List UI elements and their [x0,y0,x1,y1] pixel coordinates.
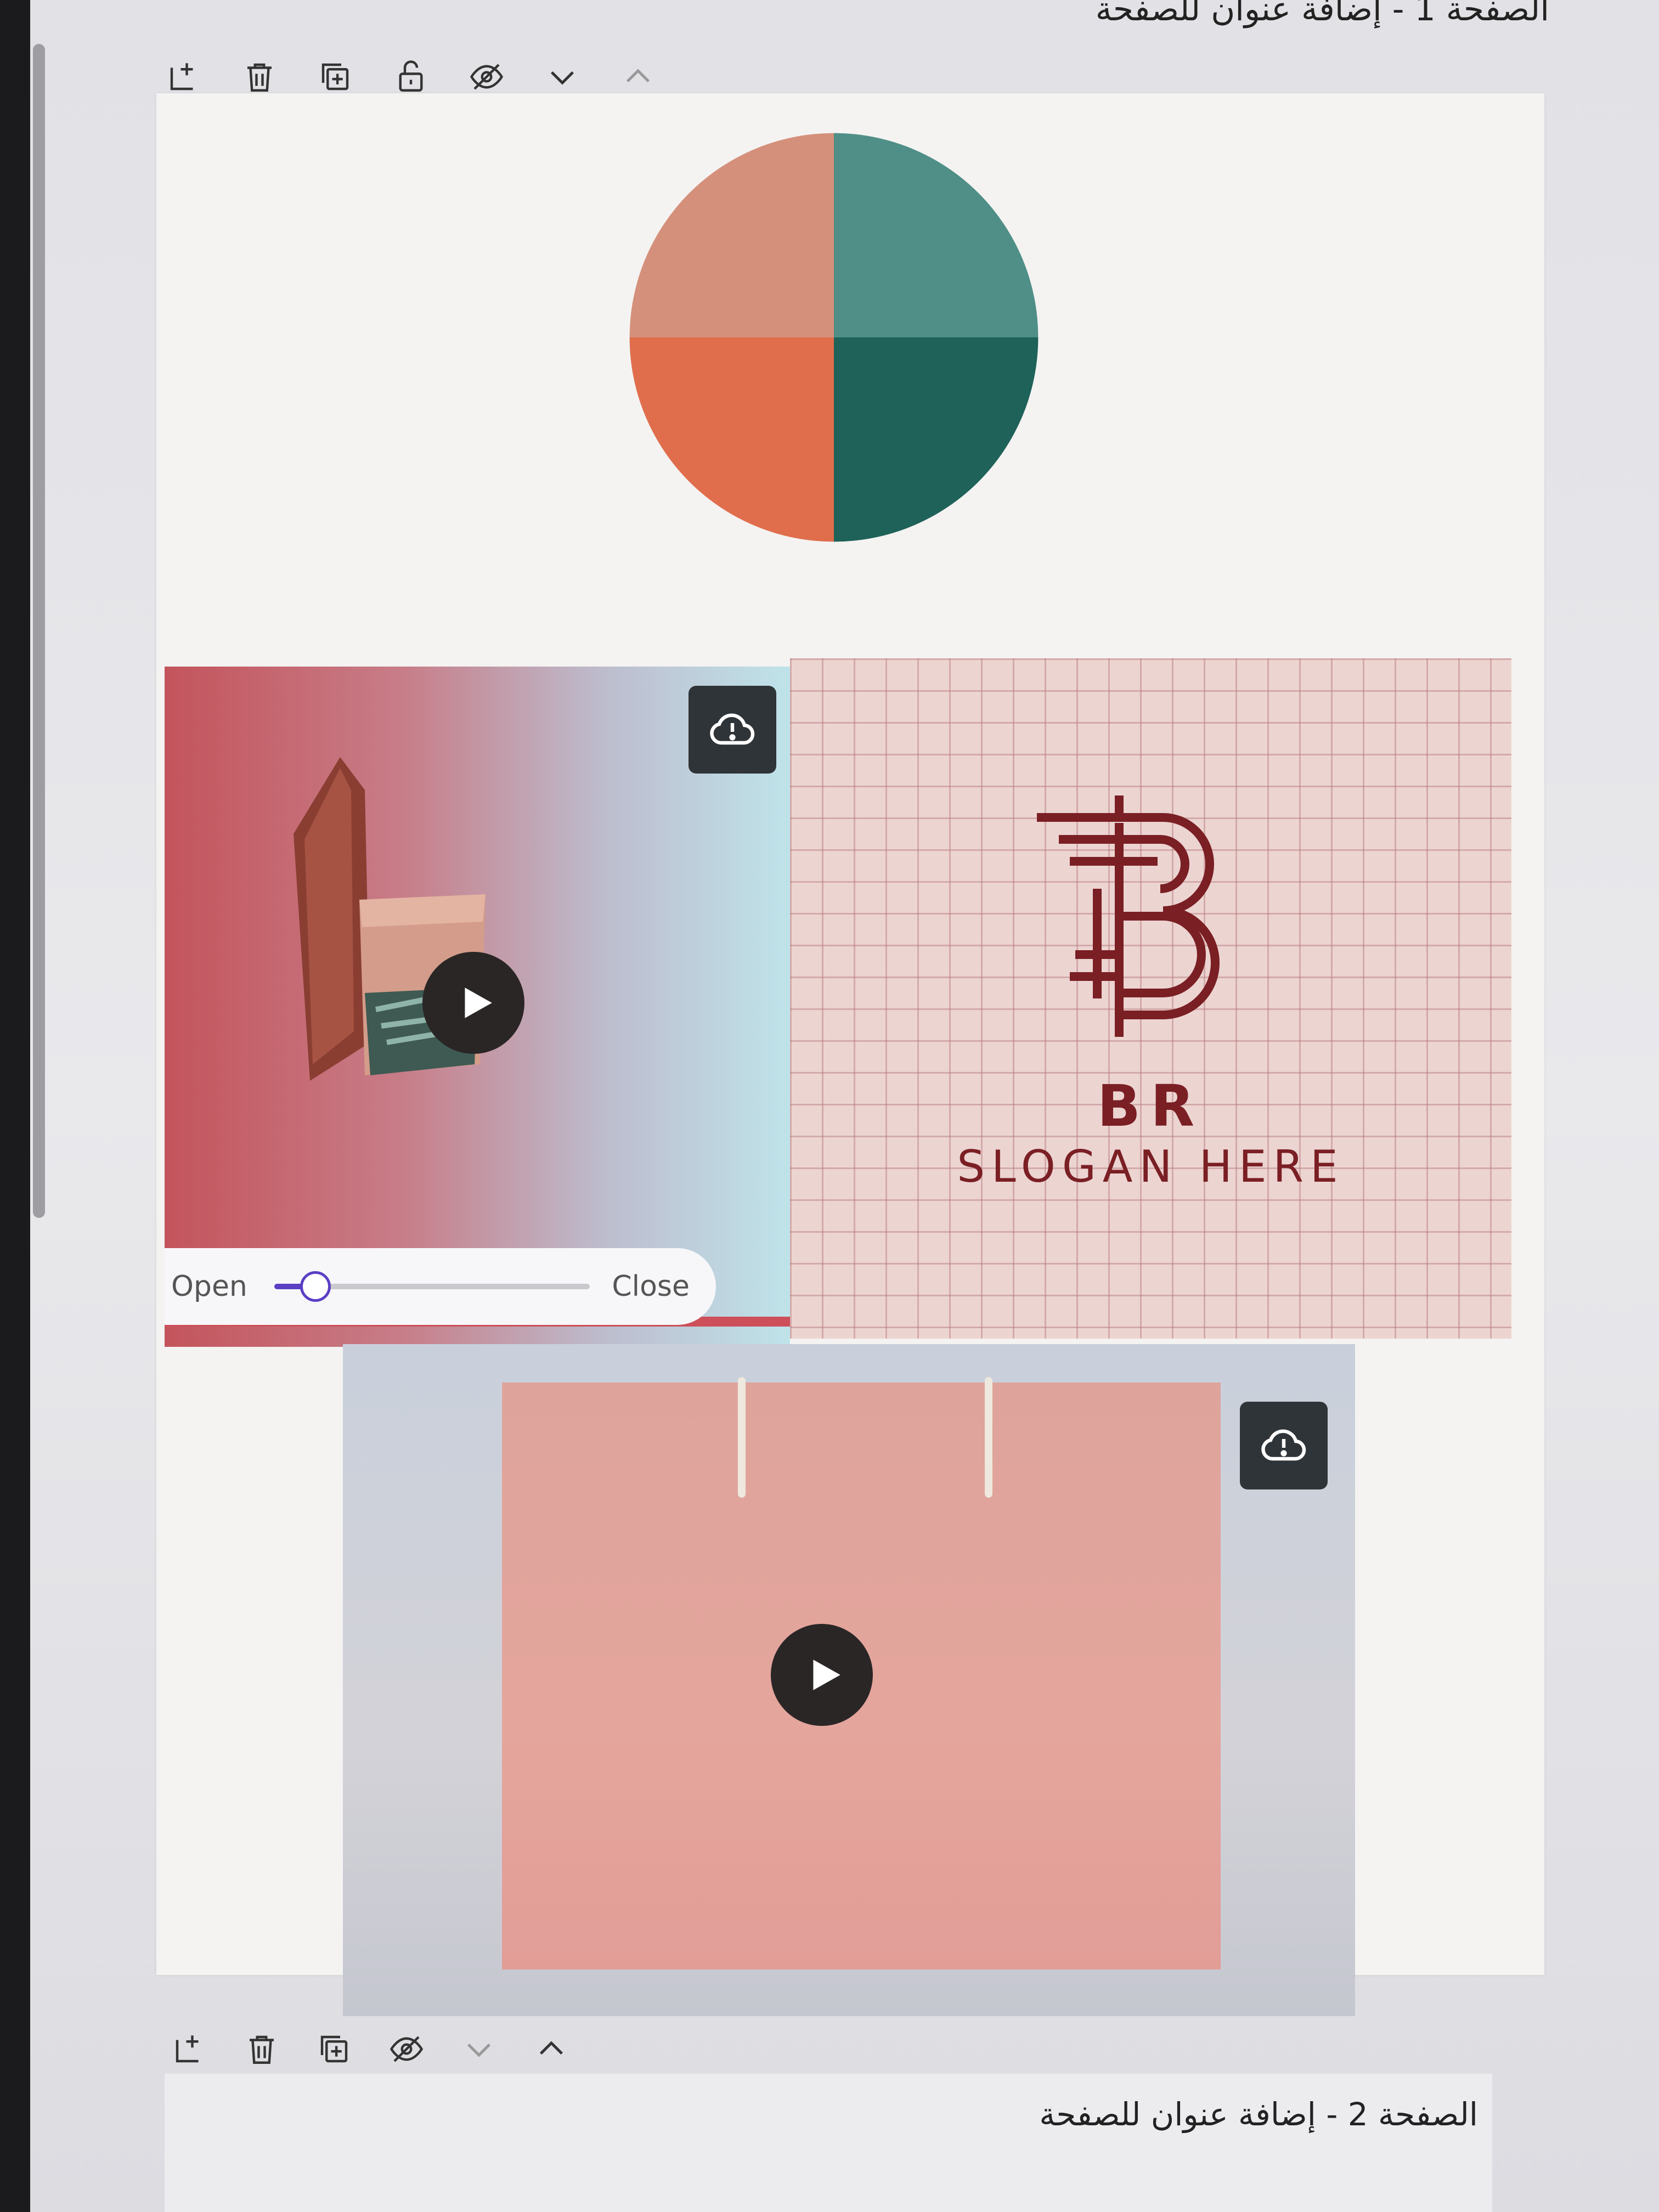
add-page-icon [176,2035,199,2063]
play-button[interactable] [771,1624,873,1726]
chevron-up-icon [626,69,650,83]
video-element-box[interactable]: Open Close [165,667,790,1347]
page-2-canvas[interactable] [165,2074,1492,2212]
slider-thumb[interactable] [300,1271,331,1302]
add-page-button[interactable] [165,2024,214,2074]
page-2-toolbar [165,2024,576,2074]
slider-open-label: Open [171,1270,247,1303]
bag-handle [985,1377,992,1498]
duplicate-page-button[interactable] [309,2024,359,2074]
play-button[interactable] [422,952,524,1054]
delete-page-button[interactable] [237,2024,286,2074]
br-logo-mark [1037,795,1220,1037]
upload-warning-button[interactable] [1240,1402,1328,1489]
pie-chart[interactable] [625,126,1042,549]
upload-warning-button[interactable] [689,686,776,774]
brand-slogan: SLOGAN HERE [957,1141,1345,1192]
open-close-slider: Open Close [165,1248,716,1325]
chevron-up-icon [539,2041,563,2055]
slider-close-label: Close [612,1270,690,1303]
slider-track[interactable] [274,1271,590,1302]
move-page-down-button[interactable] [454,2024,504,2074]
pie-slice-4 [629,133,834,337]
trash-icon [247,63,272,92]
pie-slice-3 [629,337,834,542]
duplicate-icon [320,2035,348,2063]
cloud-alert-icon [1261,1429,1306,1461]
hide-page-button[interactable] [382,2024,431,2074]
cloud-alert-icon [710,713,755,745]
pie-slice-2 [834,337,1039,542]
pie-slice-1 [834,133,1039,337]
hide-icon [470,64,504,90]
duplicate-icon [321,63,349,91]
device-bezel [0,0,30,2212]
hide-icon [390,2036,424,2062]
bag-handle [738,1377,746,1498]
page-2-title[interactable]: الصفحة 2 - إضافة عنوان للصفحة [1039,2096,1478,2133]
add-page-icon [170,63,193,91]
brand-name: BR [1097,1073,1205,1139]
play-icon [465,988,492,1018]
video-element-bag[interactable] [343,1344,1355,2016]
chevron-down-icon [467,2043,491,2057]
logo-card[interactable]: BR SLOGAN HERE [790,658,1511,1339]
lock-icon [399,60,423,92]
move-page-up-button[interactable] [527,2024,576,2074]
trash-icon [250,2035,274,2064]
scrollbar[interactable] [33,44,45,1218]
play-icon [813,1660,840,1690]
page-1-title[interactable]: الصفحة 1 - إضافة عنوان للصفحة [1096,0,1549,29]
chevron-down-icon [550,71,574,85]
